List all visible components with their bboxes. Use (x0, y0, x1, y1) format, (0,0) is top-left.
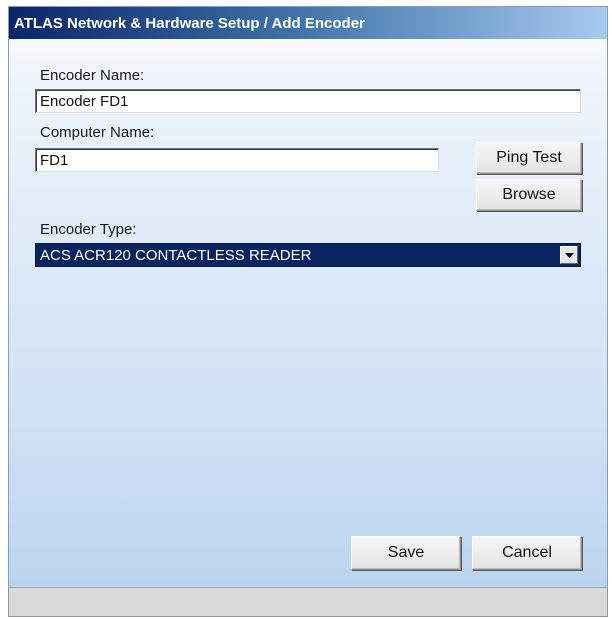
encoder-type-label: Encoder Type: (40, 221, 137, 238)
ping-test-button[interactable]: Ping Test (476, 142, 582, 174)
cancel-button[interactable]: Cancel (472, 536, 582, 570)
status-bar (9, 587, 607, 616)
computer-name-input[interactable] (35, 148, 439, 172)
encoder-type-selected-value: ACS ACR120 CONTACTLESS READER (40, 247, 312, 264)
browse-button[interactable]: Browse (476, 179, 582, 211)
save-button[interactable]: Save (351, 536, 461, 570)
window-title: ATLAS Network & Hardware Setup / Add Enc… (14, 15, 365, 32)
encoder-type-dropdown[interactable]: ACS ACR120 CONTACTLESS READER (35, 243, 581, 267)
chevron-down-icon (565, 253, 574, 258)
title-bar: ATLAS Network & Hardware Setup / Add Enc… (9, 7, 607, 39)
computer-name-label: Computer Name: (40, 124, 155, 141)
encoder-name-input[interactable] (35, 89, 581, 113)
add-encoder-window: ATLAS Network & Hardware Setup / Add Enc… (8, 6, 608, 617)
dropdown-arrow-button[interactable] (560, 246, 578, 264)
encoder-name-label: Encoder Name: (40, 67, 145, 84)
